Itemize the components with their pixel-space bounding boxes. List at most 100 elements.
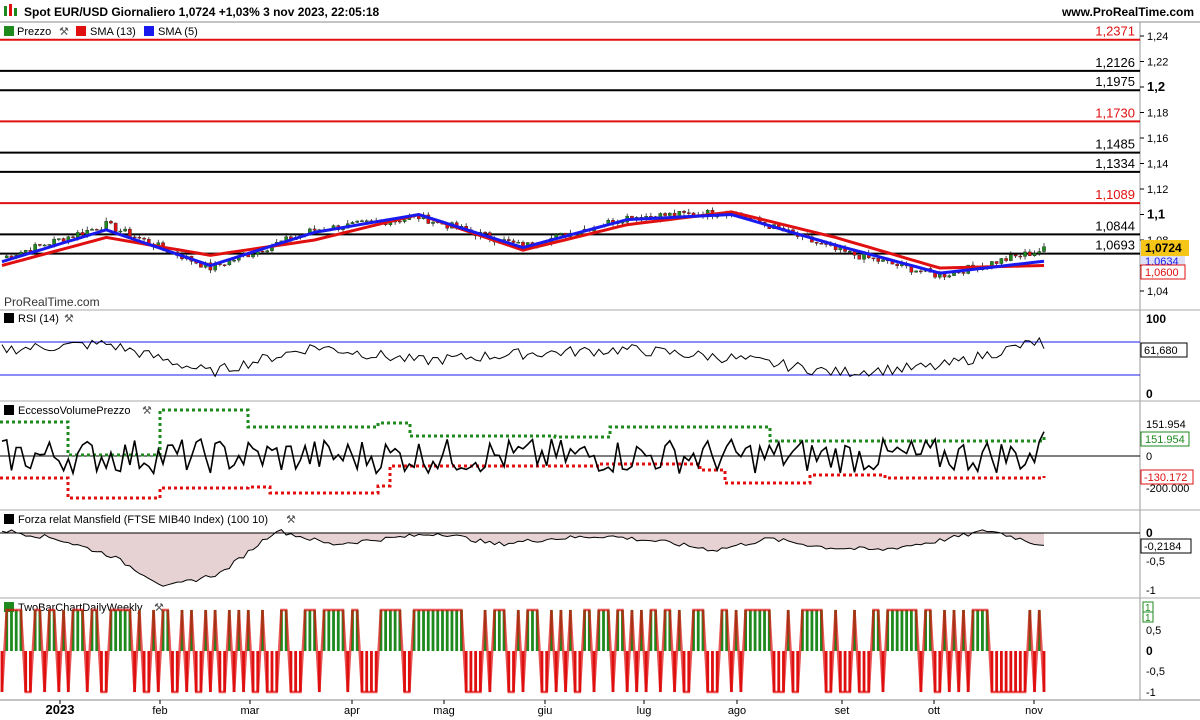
candle-body bbox=[364, 220, 369, 222]
candle-body bbox=[402, 219, 407, 222]
twobar-bar bbox=[981, 610, 984, 651]
candle-body bbox=[511, 240, 516, 243]
x-axis-label: ott bbox=[928, 705, 940, 717]
mansfield-tick-neg1: -1 bbox=[1146, 585, 1156, 597]
candle-body bbox=[75, 232, 80, 238]
candle-body bbox=[57, 238, 61, 240]
x-axis-label: lug bbox=[637, 705, 652, 717]
candle-body bbox=[876, 258, 881, 262]
evp-label-top: 151.954 bbox=[1146, 419, 1186, 431]
level-label: 1,1485 bbox=[1095, 137, 1135, 152]
mansfield-label: Forza relat Mansfield (FTSE MIB40 Index)… bbox=[18, 514, 268, 526]
twobar-bar bbox=[445, 610, 449, 651]
candle-body bbox=[312, 228, 317, 231]
twobar-tick-neg05: -0,5 bbox=[1146, 666, 1165, 678]
price-tick-label: 1,04 bbox=[1147, 286, 1168, 298]
level-label: 1,0693 bbox=[1095, 238, 1135, 253]
watermark: ProRealTime.com bbox=[4, 295, 100, 309]
evp-green-badge: 151.954 bbox=[1140, 431, 1190, 447]
candle-body bbox=[938, 274, 942, 278]
twobar-bar bbox=[1004, 651, 1008, 692]
candle-body bbox=[668, 212, 672, 216]
twobar-tick-05: 0,5 bbox=[1146, 625, 1161, 637]
candle-body bbox=[857, 255, 862, 260]
candle-body bbox=[90, 229, 94, 231]
x-axis-label: giu bbox=[538, 705, 553, 717]
twobar-bar bbox=[531, 610, 534, 651]
twobar-bar bbox=[388, 610, 392, 651]
twobar-bar bbox=[384, 610, 388, 651]
evp-swatch bbox=[4, 405, 14, 415]
candle-body bbox=[1037, 251, 1042, 254]
twobar-bar bbox=[711, 651, 714, 692]
evp-legend[interactable]: EccessoVolumePrezzo ⚒ bbox=[4, 405, 152, 417]
mansfield-legend[interactable]: Forza relat Mansfield (FTSE MIB40 Index)… bbox=[4, 514, 296, 526]
x-axis-label: set bbox=[835, 705, 850, 717]
candle-body bbox=[260, 250, 265, 253]
wrench-icon[interactable]: ⚒ bbox=[142, 405, 152, 417]
website-label[interactable]: www.ProRealTime.com bbox=[1061, 5, 1194, 19]
twobar-bar bbox=[753, 610, 757, 651]
candle-body bbox=[506, 239, 511, 242]
candle-body bbox=[819, 243, 824, 245]
twobar-bar bbox=[270, 651, 274, 692]
candle-body bbox=[137, 236, 142, 239]
evp-label: EccessoVolumePrezzo bbox=[18, 405, 131, 417]
candle-body bbox=[398, 220, 402, 223]
candle-body bbox=[52, 238, 56, 245]
twobar-bar bbox=[14, 610, 18, 651]
chart-title: Spot EUR/USD Giornaliero 1,0724 +1,03% 3… bbox=[24, 5, 379, 19]
twobar-bar bbox=[602, 610, 605, 651]
twobar-bar bbox=[332, 610, 335, 651]
twobar-tick-neg1: -1 bbox=[1146, 687, 1156, 699]
twobar-bar bbox=[327, 610, 331, 651]
candle-body bbox=[961, 272, 966, 274]
candle-body bbox=[431, 221, 435, 224]
twobar-bar bbox=[119, 610, 122, 651]
x-axis-label: 2023 bbox=[46, 702, 75, 717]
candle-body bbox=[686, 212, 691, 214]
price-tick-label: 1,14 bbox=[1147, 159, 1168, 171]
svg-text:1,0600: 1,0600 bbox=[1145, 267, 1179, 279]
twobar-bar bbox=[422, 610, 425, 651]
price-legend[interactable]: Prezzo ⚒ SMA (13) SMA (5) bbox=[4, 26, 198, 38]
twobar-bar bbox=[336, 610, 340, 651]
twobar-bar bbox=[777, 651, 781, 692]
evp-red-badge: -130.172 bbox=[1140, 469, 1194, 485]
wrench-icon[interactable]: ⚒ bbox=[59, 26, 69, 38]
candle-body bbox=[251, 254, 255, 258]
svg-text:1,0724: 1,0724 bbox=[1145, 241, 1182, 255]
twobar-bar bbox=[1014, 651, 1017, 692]
price-badge: 1,0724 bbox=[1141, 240, 1189, 256]
twobar-bar bbox=[469, 651, 473, 692]
x-axis-label: ago bbox=[728, 705, 746, 717]
twobar-top-badges: 1 1 bbox=[1142, 601, 1154, 624]
candle-body bbox=[914, 270, 918, 273]
candle-body bbox=[355, 220, 360, 223]
twobar-bar bbox=[810, 610, 814, 651]
price-levels: 1,2371 1,2126 1,1975 1,1730 1,1485 1,1334 1,10… bbox=[0, 24, 1140, 255]
candle-body bbox=[999, 258, 1004, 264]
twobar-bar bbox=[862, 651, 866, 692]
wrench-icon[interactable]: ⚒ bbox=[286, 514, 296, 526]
mansfield-tick-0: 0 bbox=[1146, 526, 1153, 540]
candle-body bbox=[994, 261, 999, 264]
twobar-bar bbox=[900, 610, 904, 651]
sma5-swatch bbox=[144, 26, 154, 36]
twobar-bar bbox=[1018, 651, 1022, 692]
candle-body bbox=[1018, 255, 1023, 258]
twobar-bar bbox=[976, 610, 980, 651]
wrench-icon[interactable]: ⚒ bbox=[64, 313, 74, 325]
x-axis-label: mar bbox=[241, 705, 260, 717]
candle-body bbox=[814, 241, 819, 244]
candle-body bbox=[895, 263, 899, 266]
x-axis-label: feb bbox=[152, 705, 167, 717]
candle-body bbox=[516, 242, 521, 244]
twobar-bar bbox=[417, 610, 421, 651]
twobar-bar bbox=[76, 610, 80, 651]
price-tick-label: 1,12 bbox=[1147, 184, 1168, 196]
price-candles bbox=[4, 207, 1046, 280]
x-axis: 2023 feb mar apr mag giu lug ago set ott nov bbox=[46, 700, 1043, 717]
twobar-bar bbox=[474, 651, 478, 692]
rsi-legend[interactable]: RSI (14) ⚒ bbox=[4, 313, 74, 325]
